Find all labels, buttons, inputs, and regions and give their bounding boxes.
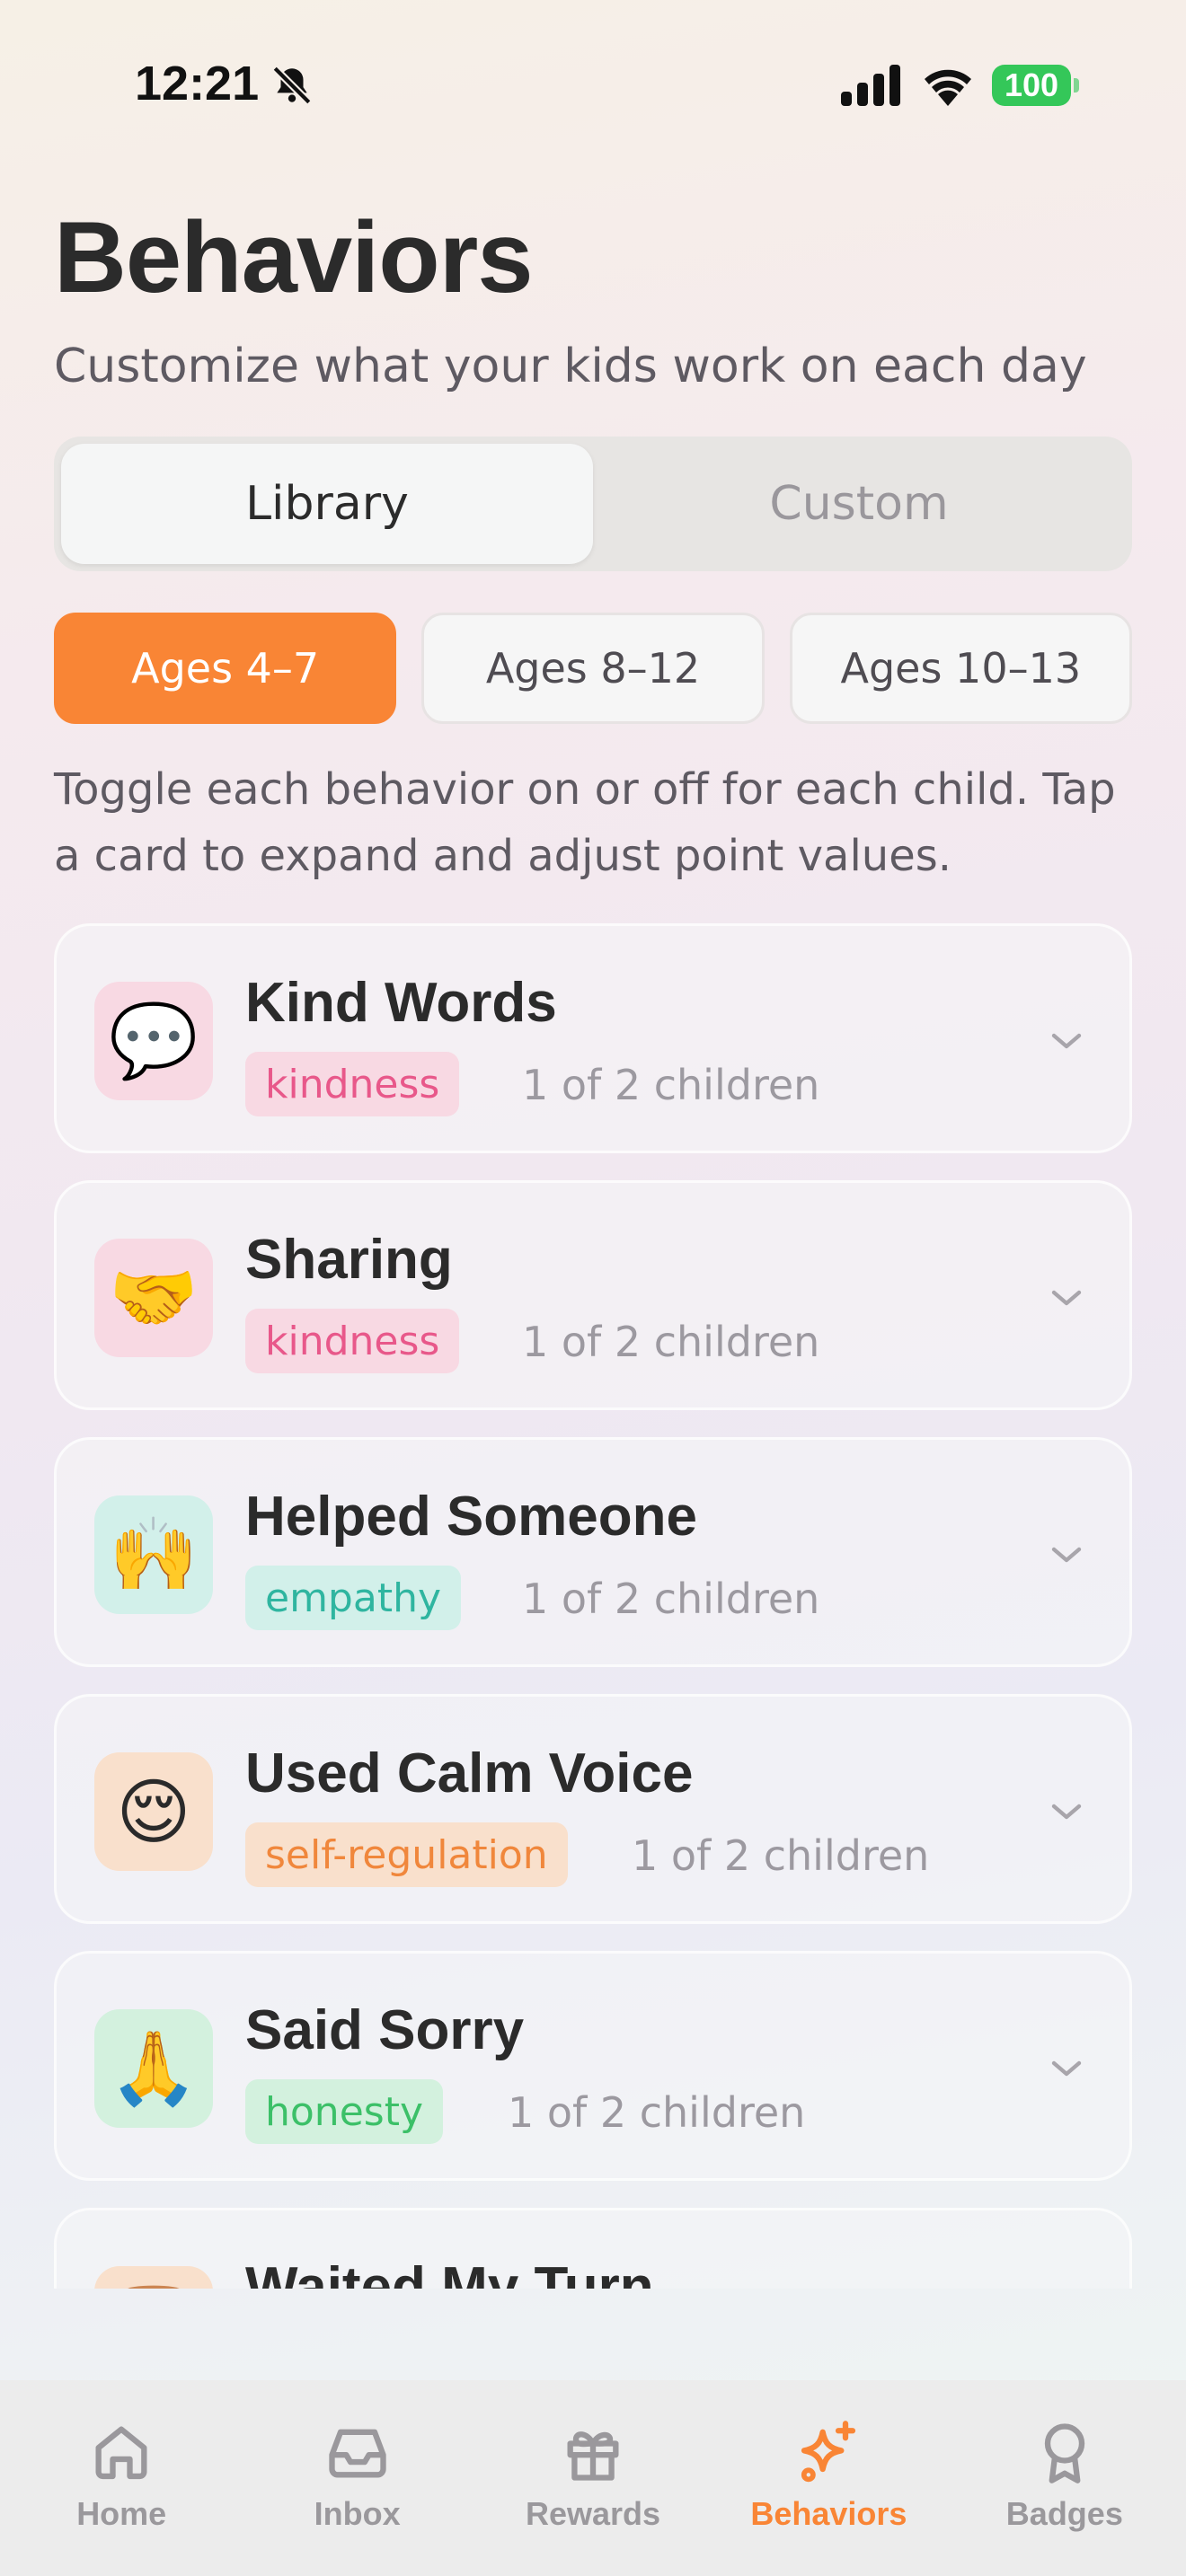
status-bar: 12:21 100 [0, 0, 1186, 171]
children-count: 1 of 2 children [522, 1061, 820, 1109]
behavior-title: Waited My Turn [245, 2256, 654, 2289]
home-icon [95, 2426, 147, 2480]
children-count: 1 of 2 children [522, 1318, 820, 1366]
status-time: 12:21 [135, 57, 260, 110]
age-filter-4-7[interactable]: Ages 4–7 [54, 613, 397, 724]
inbox-icon [328, 2429, 386, 2478]
category-tag: kindness [245, 1309, 460, 1373]
tab-badges[interactable]: Badges [947, 2380, 1182, 2576]
battery-indicator: 100 [992, 65, 1079, 106]
speech-bubble-icon: 💬 [94, 982, 213, 1100]
page-subtitle: Customize what your kids work on each da… [54, 340, 1087, 393]
bell-muted-icon [272, 66, 312, 105]
category-tag: empathy [245, 1566, 462, 1630]
segment-custom[interactable]: Custom [593, 444, 1125, 564]
sparkles-icon [801, 2421, 856, 2483]
age-filter-10-13[interactable]: Ages 10–13 [789, 613, 1132, 724]
hourglass-icon: ⏳ [94, 2266, 213, 2289]
handshake-icon: 🤝 [94, 1239, 213, 1357]
page-title: Behaviors [54, 201, 534, 313]
chevron-down-icon[interactable] [1045, 1276, 1088, 1319]
behavior-card-waited-my-turn[interactable]: ⏳ Waited My Turn [54, 2208, 1132, 2289]
tab-label: Home [76, 2495, 167, 2532]
tab-bar: Home Inbox Rewards Behaviors Badges [0, 2380, 1186, 2576]
chevron-down-icon[interactable] [1045, 1019, 1088, 1063]
tab-label: Badges [1005, 2495, 1123, 2532]
chevron-down-icon[interactable] [1045, 1790, 1088, 1833]
help-text: Toggle each behavior on or off for each … [54, 764, 1116, 881]
age-filter-row: Ages 4–7 Ages 8–12 Ages 10–13 [54, 613, 1132, 724]
signal-icon [841, 65, 900, 106]
behavior-list: 💬 Kind Words kindness 1 of 2 children 🤝 … [0, 923, 1186, 2289]
wifi-icon [925, 69, 971, 106]
behavior-title: Used Calm Voice [245, 1742, 694, 1804]
tab-inbox[interactable]: Inbox [239, 2380, 474, 2576]
category-tag: self-regulation [245, 1822, 568, 1887]
tab-behaviors[interactable]: Behaviors [711, 2380, 946, 2576]
folded-hands-icon: 🙏 [94, 2009, 213, 2128]
tab-home[interactable]: Home [4, 2380, 239, 2576]
library-custom-segmented-control: Library Custom [54, 437, 1132, 571]
behavior-card-sharing[interactable]: 🤝 Sharing kindness 1 of 2 children [54, 1180, 1132, 1410]
behavior-title: Kind Words [245, 972, 557, 1034]
behavior-card-kind-words[interactable]: 💬 Kind Words kindness 1 of 2 children [54, 923, 1132, 1153]
children-count: 1 of 2 children [508, 2088, 806, 2137]
gift-icon [567, 2431, 619, 2481]
behavior-title: Helped Someone [245, 1486, 697, 1548]
chevron-down-icon[interactable] [1045, 1533, 1088, 1576]
badge-icon [1044, 2423, 1084, 2483]
tab-label: Rewards [525, 2495, 661, 2532]
tab-rewards[interactable]: Rewards [475, 2380, 711, 2576]
behavior-card-helped-someone[interactable]: 🙌 Helped Someone empathy 1 of 2 children [54, 1437, 1132, 1667]
chevron-down-icon[interactable] [1045, 2047, 1088, 2090]
tab-label: Inbox [314, 2495, 401, 2532]
children-count: 1 of 2 children [632, 1831, 930, 1880]
raised-hands-icon: 🙌 [94, 1495, 213, 1614]
behavior-card-used-calm-voice[interactable]: 😌 Used Calm Voice self-regulation 1 of 2… [54, 1694, 1132, 1924]
category-tag: honesty [245, 2079, 443, 2144]
category-tag: kindness [245, 1052, 460, 1116]
behavior-title: Sharing [245, 1229, 453, 1291]
relieved-face-icon: 😌 [94, 1752, 213, 1871]
age-filter-8-12[interactable]: Ages 8–12 [421, 613, 765, 724]
segment-library[interactable]: Library [61, 444, 593, 564]
behavior-card-said-sorry[interactable]: 🙏 Said Sorry honesty 1 of 2 children [54, 1951, 1132, 2181]
tab-label: Behaviors [750, 2495, 907, 2532]
behavior-title: Said Sorry [245, 1999, 525, 2061]
children-count: 1 of 2 children [522, 1575, 820, 1623]
